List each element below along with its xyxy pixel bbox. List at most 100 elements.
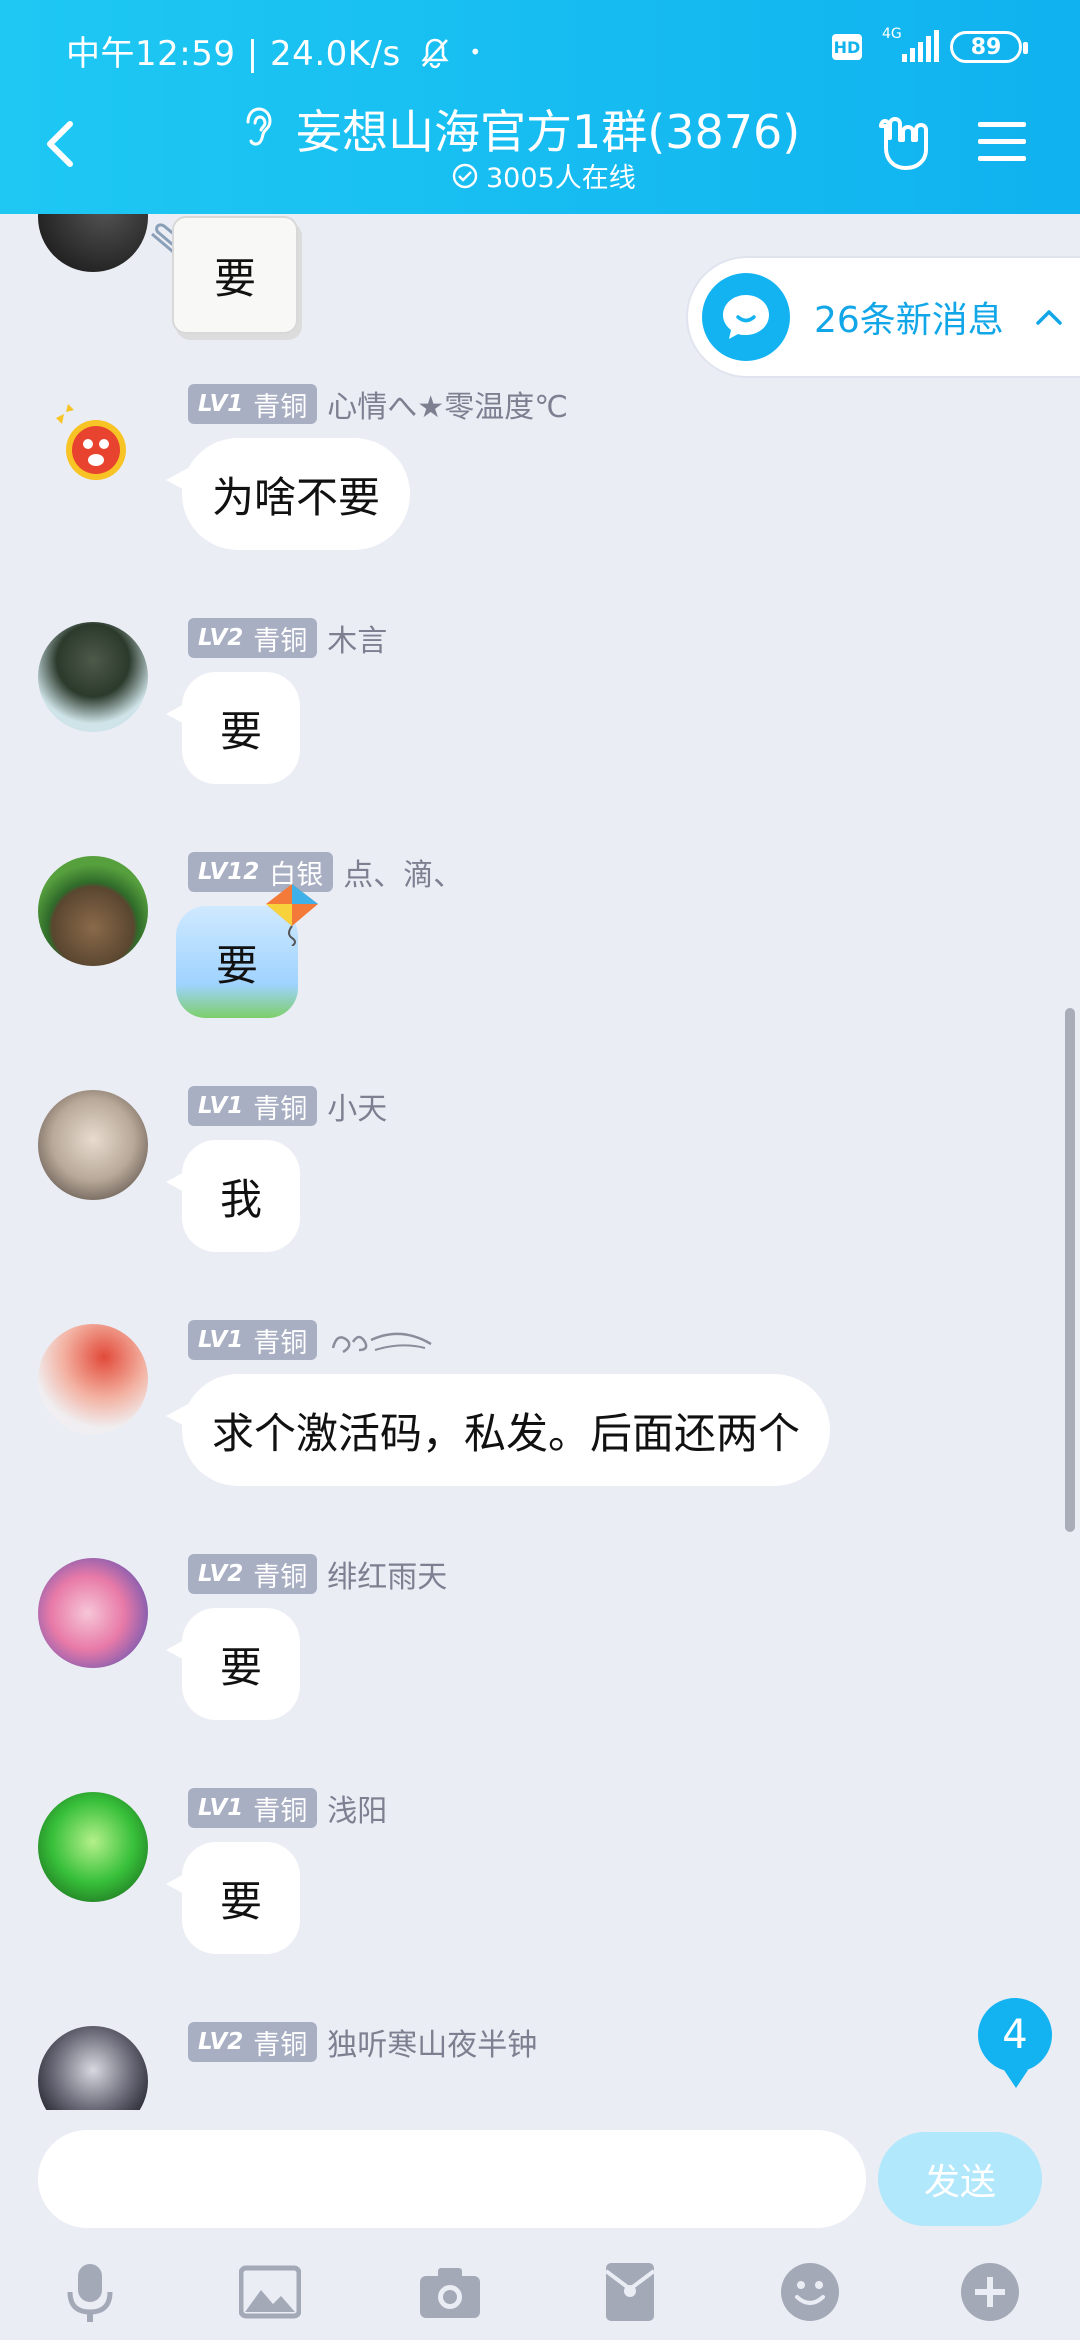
plus-icon — [961, 2263, 1019, 2321]
chevron-up-icon — [1036, 310, 1062, 325]
message-text: 要 — [219, 706, 262, 756]
avatar[interactable] — [38, 214, 148, 272]
red-packet-icon — [604, 2263, 656, 2321]
back-button[interactable] — [30, 106, 92, 182]
avatar[interactable] — [38, 622, 148, 732]
scrollbar[interactable] — [1065, 1008, 1075, 1532]
avatar[interactable] — [38, 2026, 148, 2110]
image-icon — [239, 2265, 301, 2319]
message-text: 要 — [213, 253, 256, 303]
message-item: LV12 白银 点、滴、 要 — [0, 852, 1080, 1052]
level-badge: LV2 青铜 — [188, 2022, 318, 2062]
rank-text: 青铜 — [253, 1795, 308, 1827]
rock-hand-icon — [879, 117, 928, 170]
message-item: LV1 青铜 浅阳 要 — [0, 1788, 1080, 1988]
sender-meta: LV2 青铜 绯红雨天 — [188, 1552, 447, 1596]
camera-button[interactable] — [418, 2260, 482, 2324]
sender-name[interactable]: 独听寒山夜半钟 — [327, 2020, 537, 2064]
bell-off-icon — [421, 38, 449, 69]
message-bubble[interactable]: 我 — [166, 1140, 300, 1252]
emoji-button[interactable] — [778, 2260, 842, 2324]
level-badge: LV1 青铜 — [188, 1320, 318, 1360]
avatar[interactable] — [38, 1324, 148, 1434]
new-messages-label: 26条新消息 — [814, 300, 1004, 341]
sender-name[interactable]: 浅阳 — [327, 1786, 387, 1830]
avatar[interactable] — [38, 1792, 148, 1902]
rank-text: 青铜 — [253, 1561, 308, 1593]
message-bubble[interactable]: 为啥不要 — [165, 438, 411, 550]
sender-meta: LV1 青铜 小天 — [188, 1084, 387, 1128]
sender-meta: LV12 白银 点、滴、 — [188, 850, 463, 894]
message-input[interactable] — [38, 2130, 866, 2228]
level-text: LV12 — [198, 859, 260, 885]
chat-header: 中午12:59 | 24.0K/s • HD 4G 89 妄想山海官方1群(38… — [0, 0, 1080, 214]
message-item: LV2 青铜 木言 要 — [0, 618, 1080, 818]
network-label: 4G — [882, 26, 902, 42]
message-text: 要 — [215, 940, 258, 990]
level-text: LV1 — [198, 1795, 244, 1821]
level-text: LV2 — [198, 1561, 244, 1587]
status-dot: • — [469, 40, 482, 64]
battery-level: 89 — [970, 34, 1002, 60]
chevron-left-icon — [47, 121, 73, 167]
sender-meta: LV1 青铜 — [188, 1320, 437, 1360]
hd-badge: HD — [832, 34, 862, 60]
avatar[interactable] — [38, 1558, 148, 1668]
status-time-text: 中午12:59 | 24.0K/s — [66, 34, 401, 74]
check-circle-icon — [452, 163, 478, 188]
message-bubble[interactable]: 要 — [172, 216, 298, 334]
sender-meta: LV2 青铜 木言 — [188, 616, 387, 660]
ear-icon — [246, 107, 272, 146]
composer-toolbar — [0, 2260, 1080, 2336]
level-badge: LV1 青铜 — [188, 1086, 318, 1126]
message-bubble[interactable]: 要 — [166, 1608, 300, 1720]
message-text: 我 — [219, 1174, 262, 1224]
level-text: LV2 — [198, 625, 244, 651]
send-button[interactable]: 发送 — [878, 2132, 1042, 2226]
message-list[interactable]: 要 LV1 青铜 心情へ★零温度℃ 为啥不要 LV2 青铜 木言 要 LV12 … — [0, 214, 1080, 2110]
message-text: 求个激活码，私发。后面还两个 — [212, 1408, 801, 1458]
sender-name[interactable]: 木言 — [327, 616, 387, 660]
level-badge: LV1 青铜 — [188, 1788, 318, 1828]
sender-meta: LV1 青铜 浅阳 — [188, 1786, 387, 1830]
avatar[interactable] — [38, 1090, 148, 1200]
unread-badge[interactable]: 4 — [978, 1998, 1052, 2088]
avatar[interactable] — [38, 856, 148, 966]
emoji-icon — [781, 2263, 839, 2321]
sender-meta: LV1 青铜 心情へ★零温度℃ — [188, 382, 568, 426]
level-badge: LV2 青铜 — [188, 1554, 318, 1594]
decorative-nickname-icon — [332, 1332, 432, 1354]
message-item: LV1 青铜 心情へ★零温度℃ 为啥不要 — [0, 384, 1080, 584]
message-bubble[interactable]: 要 — [166, 672, 300, 784]
level-badge: LV1 青铜 — [188, 384, 318, 424]
message-bubble[interactable]: 要 — [166, 1842, 300, 1954]
menu-button[interactable] — [976, 118, 1028, 166]
status-bar: 中午12:59 | 24.0K/s • HD 4G 89 — [0, 0, 1080, 96]
level-text: LV1 — [198, 1327, 244, 1353]
message-bubble[interactable]: 求个激活码，私发。后面还两个 — [165, 1374, 831, 1486]
title-area[interactable]: 妄想山海官方1群(3876) 3005人在线 — [230, 94, 830, 204]
gesture-button[interactable] — [876, 112, 936, 174]
message-text: 要 — [219, 1642, 262, 1692]
sender-name[interactable]: 绯红雨天 — [327, 1552, 447, 1596]
message-text: 要 — [219, 1876, 262, 1926]
new-messages-button[interactable]: 26条新消息 — [686, 256, 1080, 378]
sender-name[interactable]: 点、滴、 — [343, 850, 463, 894]
sender-name[interactable]: 小天 — [327, 1084, 387, 1128]
message-item: LV1 青铜 求个激活码，私发。后面还两个 — [0, 1320, 1080, 1520]
rank-text: 青铜 — [253, 1093, 308, 1125]
group-title: 妄想山海官方1群(3876) — [296, 105, 801, 159]
image-button[interactable] — [238, 2260, 302, 2324]
battery-icon: 89 — [950, 31, 1028, 63]
voice-button[interactable] — [58, 2260, 122, 2324]
more-button[interactable] — [958, 2260, 1022, 2324]
rank-text: 青铜 — [253, 2029, 308, 2061]
sender-name[interactable]: 心情へ★零温度℃ — [327, 382, 568, 426]
microphone-icon — [67, 2264, 113, 2322]
online-count-text: 3005人在线 — [486, 163, 636, 194]
composer: 发送 — [0, 2110, 1080, 2340]
chat-bubble-icon — [702, 273, 790, 361]
red-packet-button[interactable] — [598, 2260, 662, 2324]
rank-text: 青铜 — [253, 391, 308, 423]
avatar[interactable] — [38, 388, 148, 498]
